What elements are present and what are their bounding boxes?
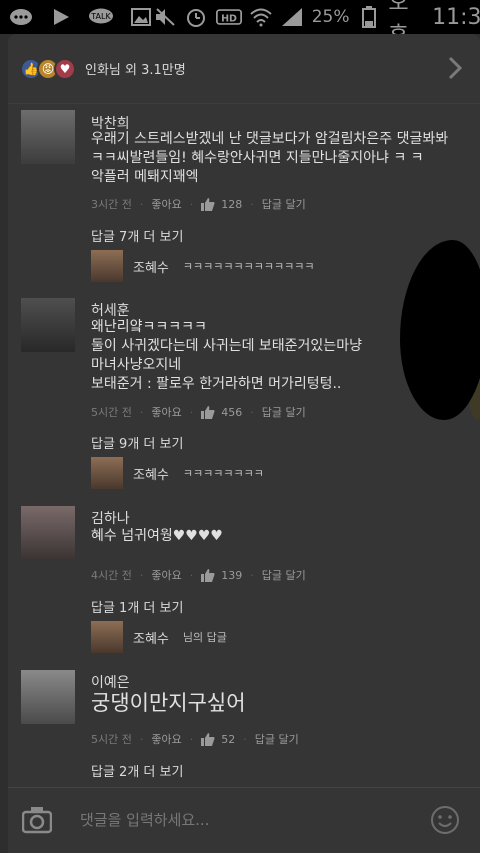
avatar[interactable]	[21, 110, 75, 164]
comment-meta: 4시간 전 · 좋아요 · 139 · 답글 달기	[91, 567, 306, 583]
comment-meta: 5시간 전 · 좋아요 · 456 · 답글 달기	[91, 404, 306, 420]
battery-percent: 25%	[311, 7, 350, 27]
reply-preview[interactable]: 조혜수 ㅋㅋㅋㅋㅋㅋㅋㅋㅋㅋㅋㅋㅋ	[91, 250, 314, 282]
comment-time: 4시간 전	[91, 569, 132, 582]
reply-avatar	[91, 250, 123, 282]
like-count: 139	[201, 568, 242, 582]
reply-link[interactable]: 답글 달기	[262, 404, 306, 420]
more-replies-link[interactable]: 답글 1개 더 보기	[91, 597, 183, 616]
thumbs-up-icon	[201, 569, 215, 582]
comment-line: 궁댕이만지구싶어	[91, 691, 246, 715]
like-link[interactable]: 좋아요	[151, 404, 181, 420]
comment-author[interactable]: 허세훈	[91, 300, 130, 320]
thumbs-up-icon	[201, 198, 215, 211]
status-time: 11:39	[432, 4, 480, 30]
talk-icon: TALK	[88, 7, 114, 27]
reply-text: ㅋㅋㅋㅋㅋㅋㅋㅋ	[182, 467, 264, 480]
comment-body: 궁댕이만지구싶어	[91, 690, 466, 716]
play-icon	[48, 7, 74, 27]
comment-input[interactable]	[80, 804, 410, 836]
reply-author: 조혜수	[133, 467, 169, 483]
reply-preview[interactable]: 조혜수 ㅋㅋㅋㅋㅋㅋㅋㅋ	[91, 457, 264, 489]
like-count: 128	[201, 197, 242, 211]
like-link[interactable]: 좋아요	[151, 731, 181, 747]
like-count: 52	[201, 732, 235, 746]
battery-icon	[357, 6, 380, 28]
reply-text: ㅋㅋㅋㅋㅋㅋㅋㅋㅋㅋㅋㅋㅋ	[182, 260, 315, 273]
avatar[interactable]	[21, 506, 75, 560]
comment-time: 3시간 전	[91, 198, 132, 211]
hd-label: HD	[221, 13, 237, 24]
comment-body: 우래기 스트레스받겠네 난 댓글보다가 암걸림차은주 댓글봐봐 ㅋㅋ씨발련들임!…	[91, 130, 466, 187]
comment-body: 혜수 넘귀여웡♥♥♥♥	[91, 527, 466, 546]
comment-line: ㅋㅋ씨발련들임! 혜수랑안사귀면 지들만나줄지아냐 ㅋ ㅋ	[91, 150, 424, 166]
likes-value: 456	[221, 405, 243, 419]
comment-meta: 3시간 전 · 좋아요 · 128 · 답글 달기	[91, 196, 306, 212]
comment-line: 우래기 스트레스받겠네 난 댓글보다가 암걸림차은주 댓글봐봐	[91, 131, 449, 147]
status-bar: TALK HD 25% 오후 11:39	[0, 0, 480, 48]
chevron-right-icon[interactable]	[448, 56, 463, 87]
like-count: 456	[201, 405, 242, 419]
reply-avatar	[91, 621, 123, 653]
comment-time: 5시간 전	[91, 733, 132, 746]
reply-link[interactable]: 답글 달기	[255, 731, 299, 747]
thumbs-up-icon	[201, 733, 215, 746]
thumbs-up-icon	[201, 406, 215, 419]
signal-icon	[281, 7, 304, 27]
comment-author[interactable]: 이예은	[91, 672, 130, 692]
like-link[interactable]: 좋아요	[151, 196, 181, 212]
camera-icon[interactable]	[21, 806, 53, 834]
reply-text: 님의 답글	[182, 631, 227, 644]
hd-icon: HD	[215, 7, 242, 27]
reactions-text: 인화님 외 3.1만명	[85, 63, 186, 78]
more-replies-link[interactable]: 답글 7개 더 보기	[91, 226, 183, 245]
avatar[interactable]	[21, 298, 75, 352]
reply-avatar	[91, 457, 123, 489]
alarm-icon	[185, 7, 208, 27]
likes-value: 52	[221, 732, 236, 746]
reply-author: 조혜수	[133, 260, 169, 276]
comment-time: 5시간 전	[91, 406, 132, 419]
more-replies-link[interactable]: 답글 9개 더 보기	[91, 433, 183, 452]
talk-label: TALK	[90, 12, 111, 21]
avatar[interactable]	[21, 670, 75, 724]
chat-bubble-icon	[8, 7, 34, 27]
reply-link[interactable]: 답글 달기	[262, 567, 306, 583]
more-replies-link[interactable]: 답글 2개 더 보기	[91, 761, 183, 780]
comment-meta: 5시간 전 · 좋아요 · 52 · 답글 달기	[91, 731, 299, 747]
emoji-icon[interactable]	[430, 805, 460, 835]
wifi-icon	[250, 7, 273, 27]
likes-value: 139	[221, 568, 243, 582]
reactions-summary[interactable]: 👍 😡 ♥ 인화님 외 3.1만명	[8, 34, 480, 104]
redaction-blob	[400, 240, 480, 420]
reply-author: 조혜수	[133, 631, 169, 647]
comment-author[interactable]: 김하나	[91, 508, 130, 528]
comments-panel: 👍 😡 ♥ 인화님 외 3.1만명 박찬희 우래기 스트레스받겠네 난 댓글보다…	[8, 34, 480, 853]
likes-value: 128	[221, 197, 243, 211]
reply-preview[interactable]: 조혜수 님의 답글	[91, 621, 227, 653]
comment-line: 혜수 넘귀여웡♥♥♥♥	[91, 528, 223, 544]
love-reaction-icon: ♥	[54, 57, 76, 80]
like-link[interactable]: 좋아요	[151, 567, 181, 583]
comment-composer	[8, 787, 480, 853]
gallery-icon	[128, 7, 154, 27]
mute-icon	[154, 7, 177, 27]
reply-link[interactable]: 답글 달기	[262, 196, 306, 212]
comment-line: 악플러 메퇘지꽤엑	[91, 169, 199, 185]
